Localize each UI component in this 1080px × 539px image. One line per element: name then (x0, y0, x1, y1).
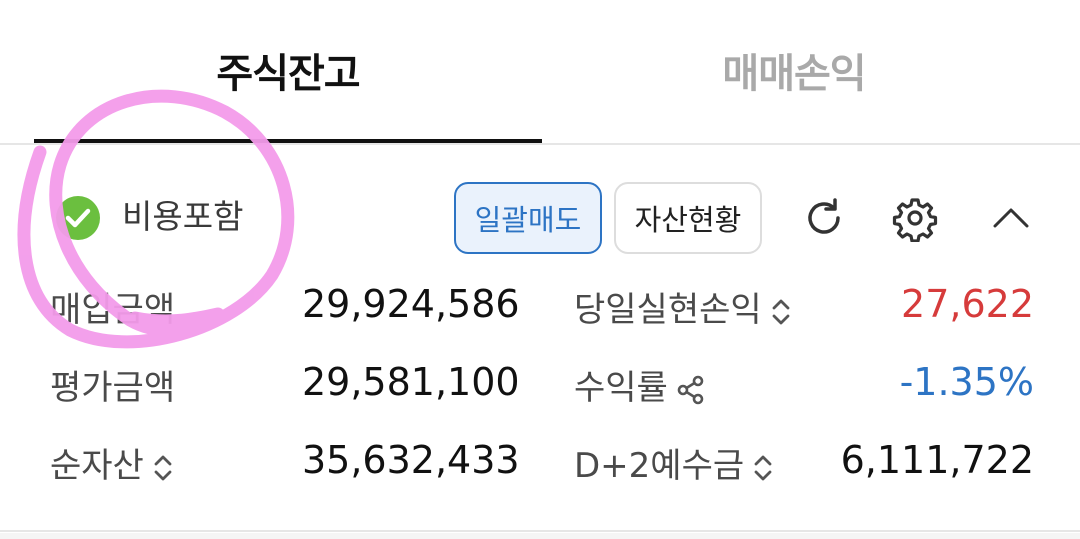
net-assets-label[interactable]: 순자산 (50, 438, 174, 487)
checkmark-icon (65, 208, 91, 228)
chevron-up-icon[interactable] (987, 194, 1035, 242)
purchase-amount-label: 매입금액 (50, 290, 176, 330)
net-assets-value: 35,632,433 (302, 438, 520, 482)
tab-stock-balance[interactable]: 주식잔고 (34, 0, 542, 140)
realized-pnl-label-text: 당일실현손익 (574, 290, 762, 330)
d2-deposit-label[interactable]: D+2예수금 (574, 438, 774, 487)
refresh-icon[interactable] (800, 194, 848, 242)
d2-deposit-value: 6,111,722 (840, 438, 1034, 482)
sort-toggle-icon[interactable] (152, 452, 174, 484)
tab-trade-pnl[interactable]: 매매손익 (542, 0, 1046, 140)
gear-icon[interactable] (891, 194, 939, 243)
return-rate-value: -1.35% (899, 360, 1034, 404)
asset-status-button[interactable]: 자산현황 (614, 182, 762, 254)
return-rate-label[interactable]: 수익률 (574, 360, 706, 409)
d2-deposit-label-text: D+2예수금 (574, 446, 745, 486)
section-divider (0, 530, 1080, 532)
include-costs-checkbox[interactable] (56, 196, 100, 240)
section-divider (0, 533, 1080, 539)
realized-pnl-value: 27,622 (901, 282, 1034, 326)
return-rate-label-text: 수익률 (574, 368, 668, 408)
share-icon[interactable] (676, 374, 706, 406)
tabs-divider (0, 143, 1080, 145)
valuation-amount-value: 29,581,100 (302, 360, 520, 404)
realized-pnl-label[interactable]: 당일실현손익 (574, 282, 792, 331)
valuation-amount-label: 평가금액 (50, 368, 176, 408)
sell-all-button[interactable]: 일괄매도 (454, 182, 602, 254)
net-assets-label-text: 순자산 (50, 446, 144, 486)
sort-toggle-icon[interactable] (752, 452, 774, 484)
sort-toggle-icon[interactable] (770, 296, 792, 328)
include-costs-label[interactable]: 비용포함 (122, 190, 243, 238)
purchase-amount-value: 29,924,586 (302, 282, 520, 326)
